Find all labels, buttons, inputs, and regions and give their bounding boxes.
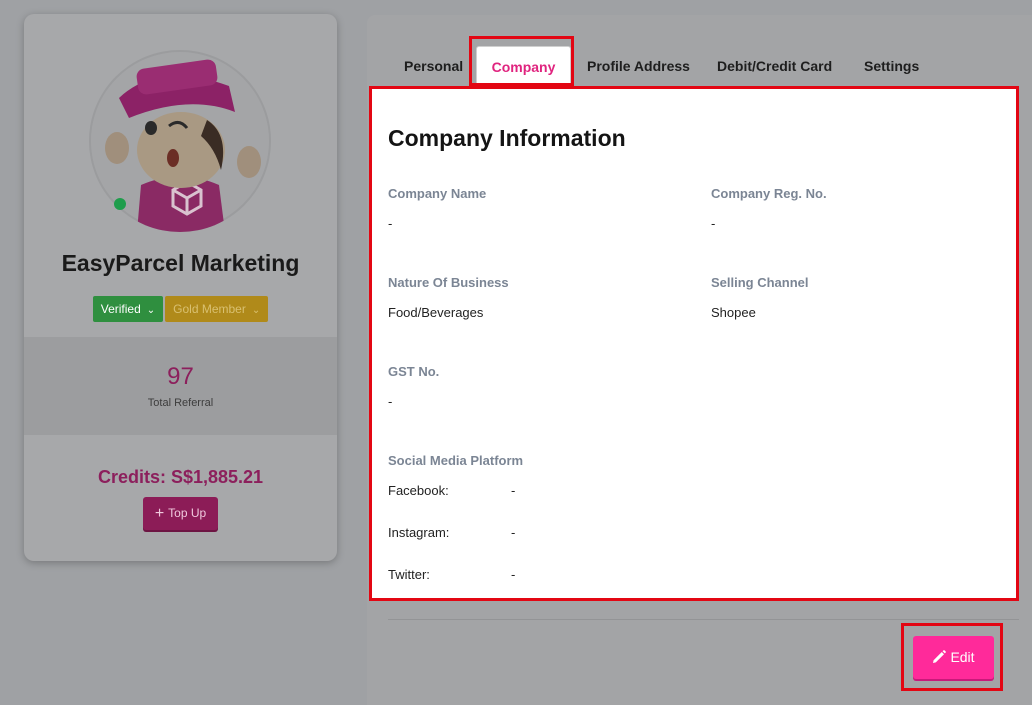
profile-tabs: Personal Company Profile Address Debit/C…: [367, 46, 1032, 87]
section-title: Company Information: [388, 125, 626, 151]
top-up-label: Top Up: [168, 506, 207, 520]
referral-label: Total Referral: [147, 397, 214, 409]
verified-label: Verified: [100, 302, 141, 316]
facebook-value: -: [511, 483, 516, 498]
top-up-button[interactable]: + Top Up: [143, 497, 218, 530]
verified-badge[interactable]: Verified ⌄: [92, 296, 164, 322]
twitter-value: -: [511, 567, 516, 582]
credits-balance: Credits: S$1,885.21: [97, 467, 264, 487]
nature-of-business-value: Food/Beverages: [388, 305, 484, 320]
company-name-label: Company Name: [388, 186, 487, 201]
nature-of-business-label: Nature Of Business: [388, 275, 509, 290]
company-reg-no-label: Company Reg. No.: [711, 186, 827, 201]
twitter-label: Twitter:: [388, 567, 430, 582]
company-name-value: -: [388, 216, 393, 231]
online-status-dot: [114, 198, 126, 210]
gold-member-badge[interactable]: Gold Member ⌄: [165, 296, 269, 322]
tab-personal[interactable]: Personal: [404, 52, 463, 86]
plus-icon: +: [154, 505, 165, 522]
referral-count: 97: [167, 363, 194, 390]
social-media-label: Social Media Platform: [388, 453, 524, 468]
tab-profile-address[interactable]: Profile Address: [587, 52, 690, 86]
selling-channel-value: Shopee: [711, 305, 756, 320]
edit-label: Edit: [950, 649, 975, 665]
company-information-section: Company Information Company Name - Compa…: [369, 86, 1019, 601]
gst-no-value: -: [388, 394, 393, 409]
gst-no-label: GST No.: [388, 364, 440, 379]
edit-button[interactable]: Edit: [913, 636, 994, 679]
instagram-label: Instagram:: [388, 525, 450, 540]
chevron-down-icon: ⌄: [146, 305, 156, 316]
referral-section: 97 Total Referral: [24, 337, 337, 435]
facebook-label: Facebook:: [388, 483, 449, 498]
chevron-down-icon: ⌄: [251, 305, 261, 316]
avatar-wrap: [89, 50, 271, 232]
tab-company[interactable]: Company: [476, 46, 571, 87]
instagram-value: -: [511, 525, 516, 540]
pencil-icon: [933, 650, 947, 663]
profile-card: EasyParcel Marketing Verified ⌄ Gold Memb…: [24, 14, 337, 561]
selling-channel-label: Selling Channel: [711, 275, 809, 290]
divider: [388, 619, 1019, 620]
profile-name: EasyParcel Marketing: [61, 250, 300, 276]
tab-debit-credit-card[interactable]: Debit/Credit Card: [717, 52, 832, 86]
tab-settings[interactable]: Settings: [864, 52, 919, 86]
gold-member-label: Gold Member: [173, 302, 246, 316]
badges: Verified ⌄ Gold Member ⌄: [24, 296, 337, 322]
company-reg-no-value: -: [711, 216, 716, 231]
